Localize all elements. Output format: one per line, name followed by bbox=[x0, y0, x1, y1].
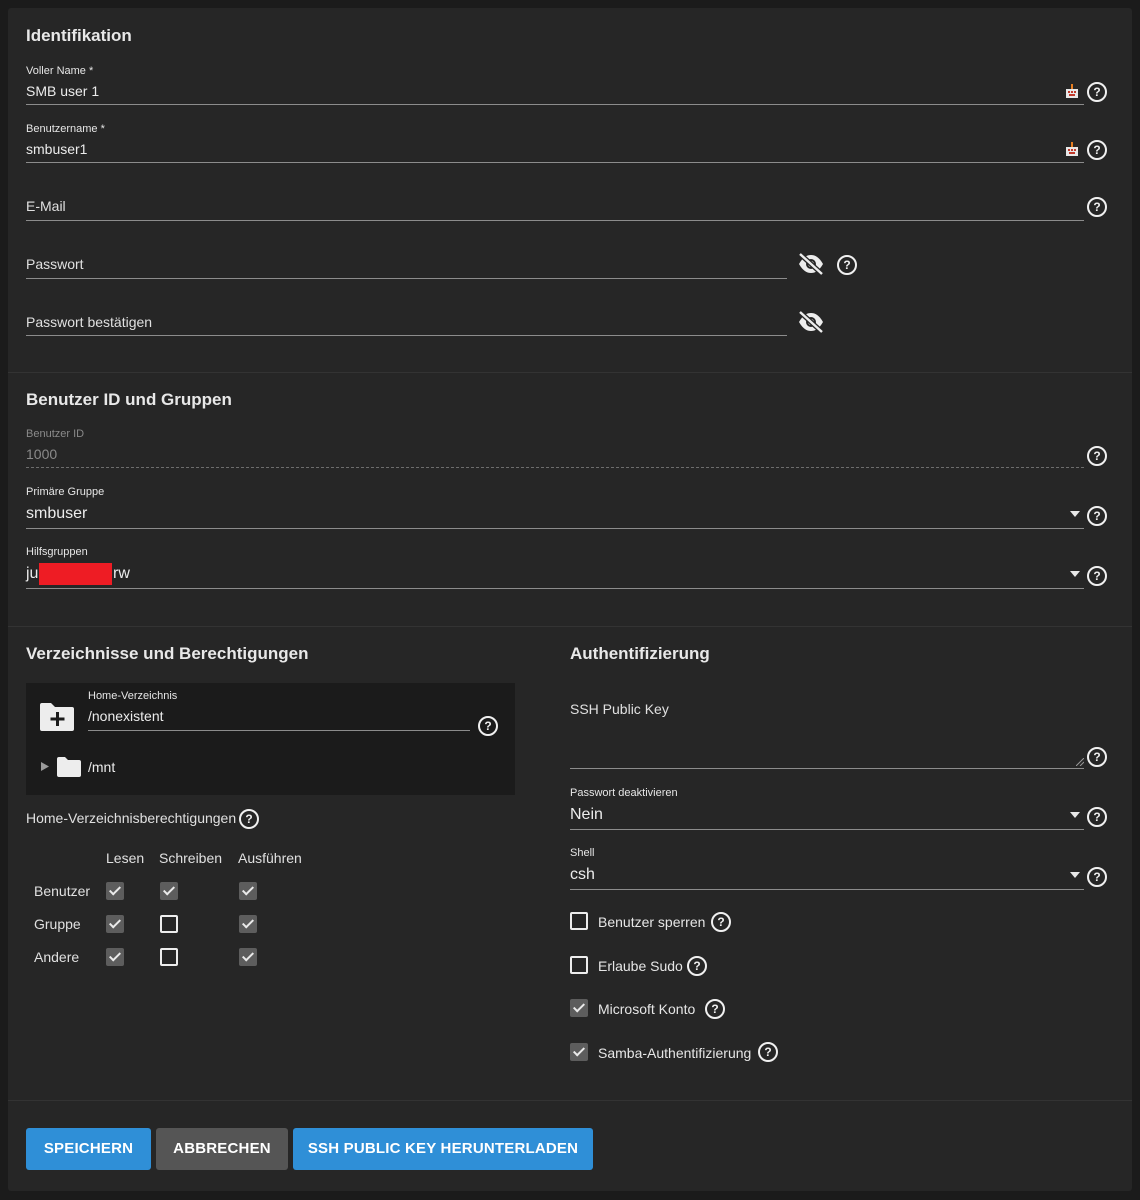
chevron-down-icon[interactable] bbox=[1070, 872, 1080, 878]
password-confirm-underline bbox=[26, 335, 787, 336]
username-input[interactable]: smbuser1 bbox=[26, 141, 87, 157]
chevron-down-icon[interactable] bbox=[1070, 511, 1080, 517]
section-title-user-groups: Benutzer ID und Gruppen bbox=[26, 390, 232, 409]
samba-auth-label: Samba-Authentifizierung bbox=[598, 1045, 752, 1061]
group-write-checkbox[interactable] bbox=[160, 915, 178, 933]
allow-sudo-checkbox[interactable] bbox=[570, 956, 588, 974]
shell-label: Shell bbox=[570, 847, 595, 859]
aux-groups-underline bbox=[26, 588, 1084, 589]
tree-expand-icon[interactable] bbox=[41, 762, 49, 771]
home-directory-label: Home-Verzeichnis bbox=[88, 690, 178, 702]
aux-groups-help-icon[interactable] bbox=[1087, 566, 1107, 586]
section-divider bbox=[8, 1100, 1132, 1101]
full-name-underline bbox=[26, 104, 1084, 105]
shell-underline bbox=[570, 889, 1084, 890]
disable-password-select[interactable]: Nein bbox=[570, 806, 603, 824]
row-label-other: Andere bbox=[34, 949, 80, 965]
disable-password-underline bbox=[570, 829, 1084, 830]
keyboard-icon[interactable] bbox=[1065, 141, 1079, 157]
password-help-icon[interactable] bbox=[837, 255, 857, 275]
microsoft-account-help-icon[interactable] bbox=[705, 999, 725, 1019]
lock-user-checkbox[interactable] bbox=[570, 912, 588, 930]
allow-sudo-help-icon[interactable] bbox=[687, 956, 707, 976]
primary-group-underline bbox=[26, 528, 1084, 529]
aux-groups-value-end[interactable]: rw bbox=[113, 565, 130, 583]
disable-password-help-icon[interactable] bbox=[1087, 807, 1107, 827]
allow-sudo-label: Erlaube Sudo bbox=[598, 958, 683, 974]
ssh-key-underline bbox=[570, 768, 1084, 769]
user-read-checkbox[interactable] bbox=[106, 882, 124, 900]
full-name-label: Voller Name * bbox=[26, 65, 94, 77]
section-title-authentication: Authentifizierung bbox=[570, 644, 710, 663]
group-read-checkbox[interactable] bbox=[106, 915, 124, 933]
username-underline bbox=[26, 162, 1084, 163]
samba-auth-checkbox[interactable] bbox=[570, 1043, 588, 1061]
full-name-help-icon[interactable] bbox=[1087, 82, 1107, 102]
user-id-underline bbox=[26, 467, 1084, 468]
column-header-write: Schreiben bbox=[159, 850, 223, 866]
email-help-icon[interactable] bbox=[1087, 197, 1107, 217]
ssh-public-key-textarea[interactable]: SSH Public Key bbox=[570, 701, 669, 717]
aux-groups-value-start[interactable]: ju bbox=[26, 565, 38, 583]
microsoft-account-label: Microsoft Konto bbox=[598, 1001, 696, 1017]
email-input[interactable]: E-Mail bbox=[26, 198, 66, 214]
samba-auth-help-icon[interactable] bbox=[758, 1042, 778, 1062]
section-title-directories: Verzeichnisse und Berechtigungen bbox=[26, 644, 309, 663]
primary-group-select[interactable]: smbuser bbox=[26, 505, 87, 523]
primary-group-help-icon[interactable] bbox=[1087, 506, 1107, 526]
create-folder-icon[interactable] bbox=[39, 702, 75, 732]
permissions-help-icon[interactable] bbox=[239, 809, 259, 829]
microsoft-account-checkbox[interactable] bbox=[570, 999, 588, 1017]
visibility-off-icon[interactable] bbox=[797, 253, 825, 275]
user-id-help-icon[interactable] bbox=[1087, 446, 1107, 466]
shell-select[interactable]: csh bbox=[570, 866, 595, 884]
full-name-input[interactable]: SMB user 1 bbox=[26, 83, 99, 99]
tree-item-mnt[interactable]: /mnt bbox=[88, 759, 115, 775]
column-header-execute: Ausführen bbox=[238, 850, 302, 866]
username-label: Benutzername * bbox=[26, 123, 105, 135]
password-input[interactable]: Passwort bbox=[26, 256, 84, 272]
resize-handle-icon[interactable] bbox=[1076, 758, 1084, 766]
keyboard-icon[interactable] bbox=[1065, 83, 1079, 99]
other-read-checkbox[interactable] bbox=[106, 948, 124, 966]
permissions-label: Home-Verzeichnisberechtigungen bbox=[26, 810, 237, 826]
chevron-down-icon[interactable] bbox=[1070, 571, 1080, 577]
save-button[interactable]: SPEICHERN bbox=[26, 1128, 151, 1170]
group-execute-checkbox[interactable] bbox=[239, 915, 257, 933]
home-directory-underline bbox=[88, 730, 470, 731]
password-underline bbox=[26, 278, 787, 279]
aux-groups-label: Hilfsgruppen bbox=[26, 546, 88, 558]
disable-password-label: Passwort deaktivieren bbox=[570, 787, 678, 799]
column-header-read: Lesen bbox=[106, 850, 145, 866]
user-write-checkbox[interactable] bbox=[160, 882, 178, 900]
section-divider bbox=[8, 372, 1132, 373]
user-id-input: 1000 bbox=[26, 446, 58, 462]
row-label-user: Benutzer bbox=[34, 883, 91, 899]
section-divider bbox=[8, 626, 1132, 627]
shell-help-icon[interactable] bbox=[1087, 867, 1107, 887]
other-execute-checkbox[interactable] bbox=[239, 948, 257, 966]
home-directory-input[interactable]: /nonexistent bbox=[88, 708, 164, 724]
username-help-icon[interactable] bbox=[1087, 140, 1107, 160]
redaction-box bbox=[39, 563, 112, 585]
primary-group-label: Primäre Gruppe bbox=[26, 486, 105, 498]
ssh-key-help-icon[interactable] bbox=[1087, 747, 1107, 767]
lock-user-help-icon[interactable] bbox=[711, 912, 731, 932]
row-label-group: Gruppe bbox=[34, 916, 81, 932]
user-id-label: Benutzer ID bbox=[26, 428, 85, 440]
folder-icon bbox=[57, 757, 81, 777]
other-write-checkbox[interactable] bbox=[160, 948, 178, 966]
cancel-button[interactable]: ABBRECHEN bbox=[156, 1128, 288, 1170]
section-title-identification: Identifikation bbox=[26, 26, 132, 45]
email-underline bbox=[26, 220, 1084, 221]
download-ssh-key-button[interactable]: SSH PUBLIC KEY HERUNTERLADEN bbox=[293, 1128, 593, 1170]
visibility-off-icon[interactable] bbox=[797, 311, 825, 333]
lock-user-label: Benutzer sperren bbox=[598, 914, 706, 930]
chevron-down-icon[interactable] bbox=[1070, 812, 1080, 818]
password-confirm-input[interactable]: Passwort bestätigen bbox=[26, 314, 152, 330]
user-execute-checkbox[interactable] bbox=[239, 882, 257, 900]
home-directory-help-icon[interactable] bbox=[478, 716, 498, 736]
